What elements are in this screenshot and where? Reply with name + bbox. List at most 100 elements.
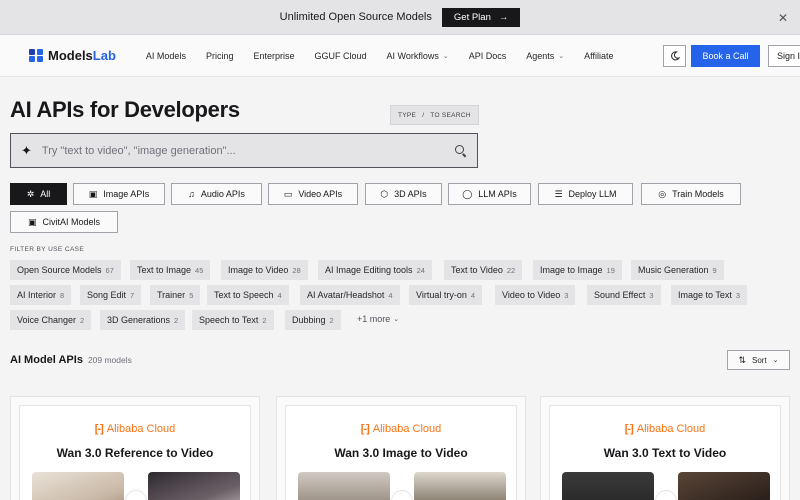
close-icon[interactable]: ✕ [778,11,788,25]
logo[interactable]: ModelsLab [29,48,116,63]
video-icon: ▭ [283,188,293,199]
filter-chip-label: Trainer [157,290,186,300]
filter-chip[interactable]: Video to Video 3 [495,285,576,305]
filter-chip[interactable]: Song Edit 7 [80,285,142,305]
filter-chip[interactable]: 3D Generations 2 [100,310,186,330]
filter-chip[interactable]: Text to Image 45 [130,260,211,280]
server-icon: ☰ [554,188,563,199]
filter-chip[interactable]: Dubbing 2 [285,310,341,330]
search-shortcut-hint: TYPE / TO SEARCH [390,105,479,125]
model-card-title: Wan 3.0 Text to Video [603,446,727,460]
filter-chip-count: 9 [712,265,717,275]
filter-chip[interactable]: Open Source Models 67 [10,260,121,280]
nav-item-ai-models[interactable]: AI Models [136,51,196,61]
kbd-separator: / [422,111,425,119]
brand-logo: [-] Alibaba Cloud [20,423,250,435]
tab-llm-apis[interactable]: ◯ LLM APIs [448,183,531,205]
filter-chip[interactable]: Virtual try-on 4 [409,285,483,305]
filter-chip[interactable]: Image to Text 3 [671,285,748,305]
arrow-connector-icon [391,490,413,500]
alibaba-cloud-icon: [-] [360,423,370,435]
filter-chip[interactable]: Music Generation 9 [631,260,724,280]
filter-chip-label: AI Avatar/Headshot [307,290,385,300]
nav-item-agents[interactable]: Agents ⌄ [516,51,574,61]
filter-chip-count: 4 [277,290,282,300]
filter-chip[interactable]: AI Avatar/Headshot 4 [300,285,400,305]
nav-item-api-docs[interactable]: API Docs [459,51,517,61]
filter-chip[interactable]: Trainer 5 [150,285,201,305]
filter-chip-label: Dubbing [292,315,326,325]
image-icon: ▣ [88,188,98,199]
nav-item-pricing[interactable]: Pricing [196,51,244,61]
tab-label: Audio APIs [200,189,245,199]
tab-3d-apis[interactable]: ⬡ 3D APIs [365,183,442,205]
nav-item-gguf-cloud[interactable]: GGUF Cloud [305,51,377,61]
filter-chip-label: Song Edit [87,290,127,300]
model-card[interactable]: [-] Alibaba Cloud Wan 3.0 Image to Video [276,396,526,500]
tab-audio-apis[interactable]: ♫ Audio APIs [171,183,262,205]
filter-chip[interactable]: Image to Video 28 [221,260,308,280]
search-input[interactable] [41,144,455,157]
filter-chip-count: 22 [506,265,516,275]
get-plan-label: Get Plan [453,11,491,23]
filter-chip-label: Image to Text [678,290,732,300]
filter-chip[interactable]: Speech to Text 2 [192,310,274,330]
brand-name: Alibaba Cloud [372,423,442,435]
filter-chip-label: Text to Video [451,265,503,275]
tab-all[interactable]: ✲ All [10,183,67,205]
get-plan-button[interactable]: Get Plan → [441,7,521,27]
tab-deploy-llm[interactable]: ☰ Deploy LLM [538,183,633,205]
announcement-bar: Unlimited Open Source Models Get Plan → … [0,0,800,35]
model-card-preview: [-] Alibaba Cloud Wan 3.0 Reference to Vid… [19,405,251,500]
sort-button[interactable]: ⇅ Sort ⌄ [727,350,790,370]
more-filters-button[interactable]: +1 more ⌄ [357,314,399,324]
nav-item-enterprise[interactable]: Enterprise [243,51,304,61]
alibaba-cloud-icon: [-] [624,423,634,435]
filter-chip-label: Open Source Models [17,265,102,275]
filter-chip-label: 3D Generations [107,315,171,325]
filter-chip-count: 2 [174,315,179,325]
nav-item-label: Pricing [205,50,234,61]
model-card[interactable]: [-] Alibaba Cloud Wan 3.0 Reference to Vid… [10,396,260,500]
model-card-preview: [-] Alibaba Cloud Wan 3.0 Text to Video [549,405,781,500]
preview-thumbnail [32,472,124,500]
filter-chip-label: Image to Video [228,265,289,275]
book-call-button[interactable]: Book a Call [691,45,760,67]
nav-item-label: Enterprise [253,50,295,61]
filter-chip[interactable]: Text to Video 22 [444,260,523,280]
music-icon: ♫ [188,189,195,199]
tab-image-apis[interactable]: ▣ Image APIs [73,183,165,205]
brand-logo: [-] Alibaba Cloud [286,423,516,435]
tab-train-models[interactable]: ◎ Train Models [641,183,741,205]
search-icon[interactable] [455,144,467,157]
cube-icon: ⬡ [380,188,389,199]
tab-civitai-models[interactable]: ▣ CivitAI Models [10,211,118,233]
filter-chip[interactable]: AI Interior 8 [10,285,72,305]
filter-chip[interactable]: AI Image Editing tools 24 [318,260,432,280]
preview-thumbnail [562,472,654,500]
nav-item-ai-workflows[interactable]: AI Workflows ⌄ [377,51,459,61]
filter-chip[interactable]: Sound Effect 3 [587,285,661,305]
brand-name: Alibaba Cloud [106,423,176,435]
moon-icon [670,51,680,61]
search-bar[interactable]: ✦ [10,133,478,168]
announcement-text: Unlimited Open Source Models [279,11,432,23]
model-card[interactable]: [-] Alibaba Cloud Wan 3.0 Text to Video [540,396,790,500]
filter-chip[interactable]: Image to Image 19 [533,260,622,280]
models-section-title: AI Model APIs 209 models [10,354,132,366]
alibaba-cloud-icon: [-] [94,423,104,435]
filter-chip-count: 3 [735,290,741,300]
filter-chip[interactable]: Voice Changer 2 [10,310,92,330]
filter-chip-count: 5 [189,290,194,300]
filter-chip-count: 67 [105,265,114,275]
filter-chip[interactable]: Text to Speech 4 [207,285,289,305]
sort-icon: ⇅ [738,354,746,365]
filter-chip-label: Voice Changer [17,315,77,325]
nav-item-affiliate[interactable]: Affiliate [574,51,623,61]
theme-toggle-button[interactable] [663,45,686,67]
preview-thumbnail [414,472,506,500]
sign-in-button[interactable]: Sign In [768,45,800,67]
filter-chip-label: Image to Image [540,265,603,275]
filter-chip-label: AI Image Editing tools [325,265,413,275]
tab-video-apis[interactable]: ▭ Video APIs [268,183,358,205]
